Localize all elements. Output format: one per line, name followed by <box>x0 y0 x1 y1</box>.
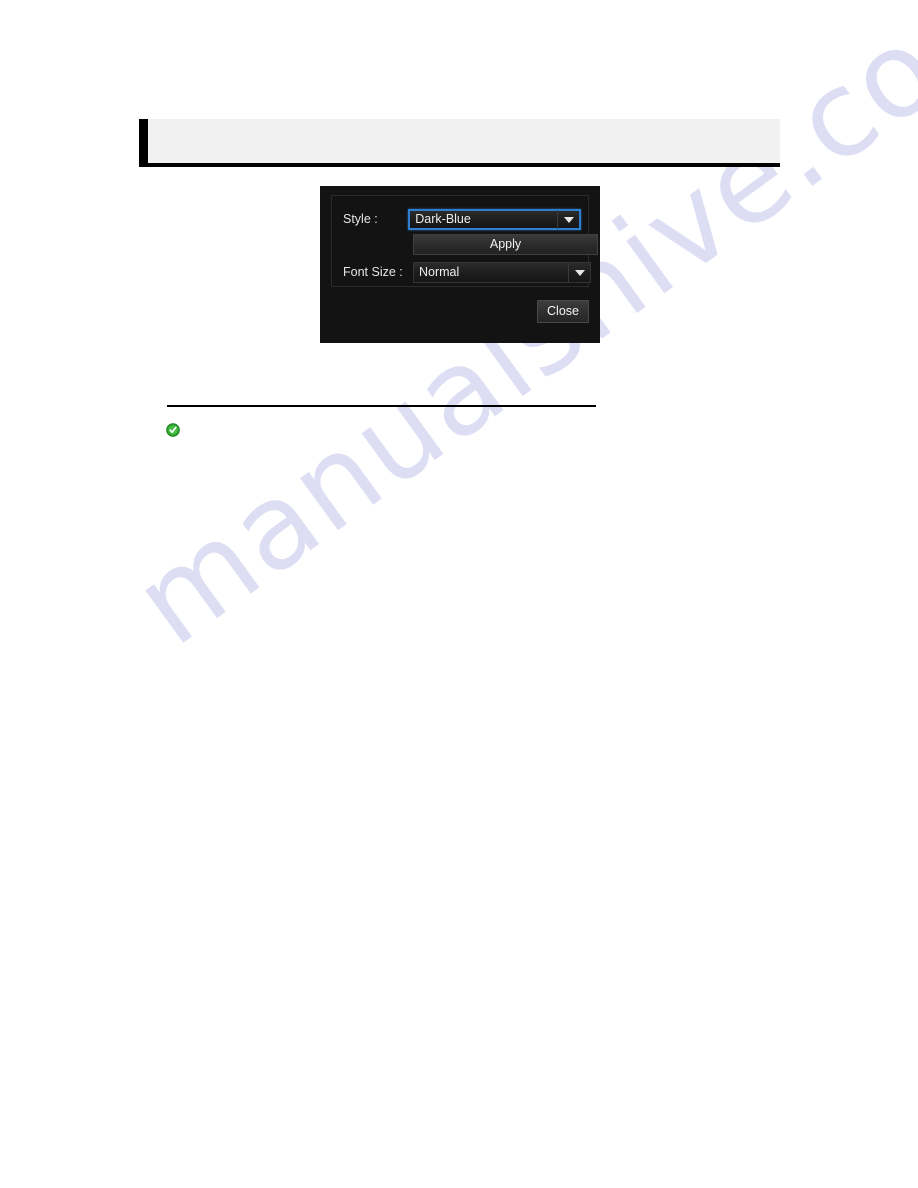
font-size-dropdown-value: Normal <box>419 265 460 279</box>
chevron-down-glyph <box>574 269 585 276</box>
footnote-separator <box>167 405 596 407</box>
font-size-row: Font Size : Normal <box>343 262 591 283</box>
style-dropdown[interactable]: Dark-Blue <box>408 209 581 230</box>
apply-row: Apply <box>413 234 598 255</box>
style-label: Style : <box>343 212 378 226</box>
chevron-down-icon[interactable] <box>568 263 590 282</box>
dialog-body-panel: Style : Dark-Blue Apply Font Size : Norm… <box>331 195 598 287</box>
close-button[interactable]: Close <box>537 300 589 323</box>
style-dropdown-value: Dark-Blue <box>415 212 471 226</box>
apply-button[interactable]: Apply <box>413 234 598 255</box>
page-content: Style : Dark-Blue Apply Font Size : Norm… <box>0 0 918 1188</box>
font-size-dropdown[interactable]: Normal <box>413 262 591 283</box>
style-row: Style : Dark-Blue <box>343 209 581 230</box>
chevron-down-icon[interactable] <box>557 210 579 229</box>
style-settings-dialog: Style : Dark-Blue Apply Font Size : Norm… <box>320 186 600 343</box>
dialog-footer: Close <box>331 294 589 332</box>
section-header-band <box>139 119 780 167</box>
section-header-title <box>148 119 780 131</box>
font-size-label: Font Size : <box>343 265 403 279</box>
chevron-down-glyph <box>563 216 574 223</box>
green-check-circle-icon <box>166 423 180 437</box>
